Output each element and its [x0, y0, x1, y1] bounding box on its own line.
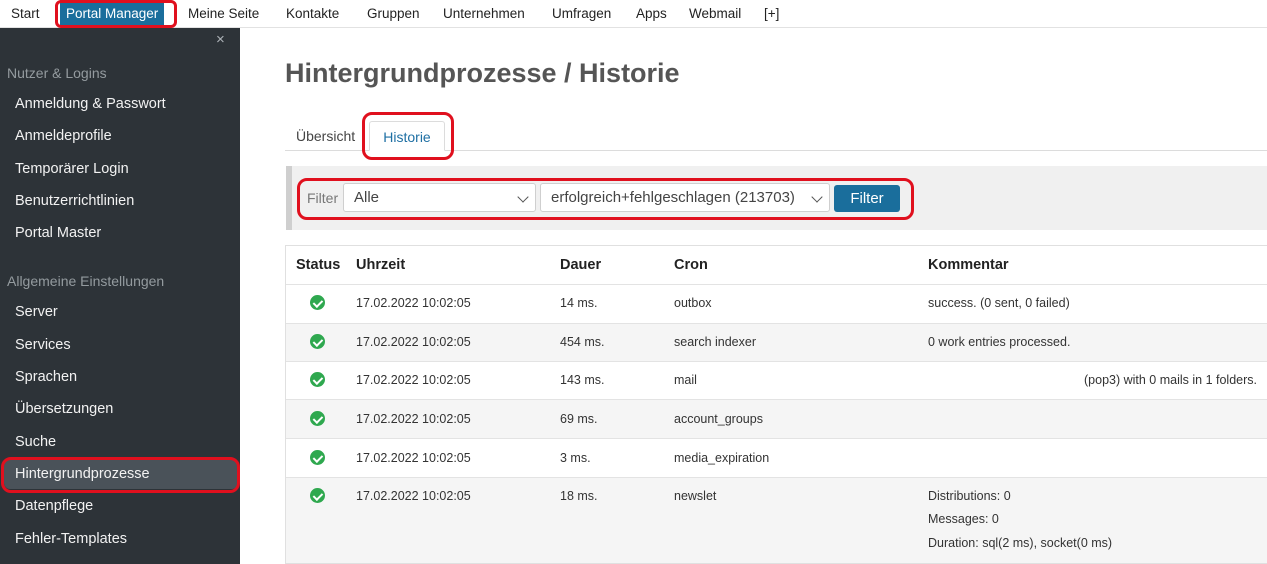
- sidebar-item-temporaerer-login[interactable]: Temporärer Login: [15, 161, 129, 177]
- nav-unternehmen[interactable]: Unternehmen: [443, 0, 525, 27]
- success-check-icon: [310, 372, 325, 387]
- cell-cron: newslet: [674, 489, 717, 503]
- sidebar-item-benutzerrichtlinien[interactable]: Benutzerrichtlinien: [15, 193, 134, 209]
- chevron-down-icon: [811, 191, 823, 203]
- success-check-icon: [310, 450, 325, 465]
- col-header-kommentar[interactable]: Kommentar: [928, 257, 1009, 273]
- filter-button[interactable]: Filter: [834, 185, 900, 212]
- cell-duration: 69 ms.: [560, 412, 598, 426]
- filter-label: Filter: [307, 190, 339, 206]
- cell-cron: mail: [674, 373, 697, 387]
- nav-meine-seite[interactable]: Meine Seite: [188, 0, 259, 27]
- tab-historie[interactable]: Historie: [369, 121, 445, 151]
- cell-cron: account_groups: [674, 412, 763, 426]
- sidebar-item-hintergrundprozesse[interactable]: Hintergrundprozesse: [4, 459, 238, 489]
- cell-time: 17.02.2022 10:02:05: [356, 335, 471, 349]
- cell-comment-line: Duration: sql(2 ms), socket(0 ms): [928, 536, 1113, 550]
- col-header-status[interactable]: Status: [296, 257, 340, 273]
- cell-cron: outbox: [674, 296, 712, 310]
- cell-duration: 454 ms.: [560, 335, 605, 349]
- cell-time: 17.02.2022 10:02:05: [356, 412, 471, 426]
- success-check-icon: [310, 488, 325, 503]
- nav-start[interactable]: Start: [11, 0, 40, 27]
- top-navigation: Start Portal Manager Meine Seite Kontakt…: [0, 0, 1267, 28]
- page-title: Hintergrundprozesse / Historie: [285, 58, 680, 88]
- col-header-dauer[interactable]: Dauer: [560, 257, 601, 273]
- sidebar-item-services[interactable]: Services: [15, 337, 71, 353]
- cell-comment: 0 work entries processed.: [928, 335, 1071, 349]
- success-check-icon: [310, 334, 325, 349]
- sidebar: × Nutzer & Logins Anmeldung & Passwort A…: [0, 28, 240, 564]
- cell-time: 17.02.2022 10:02:05: [356, 373, 471, 387]
- sidebar-item-sprachen[interactable]: Sprachen: [15, 369, 77, 385]
- cell-comment: success. (0 sent, 0 failed): [928, 296, 1070, 310]
- cell-duration: 143 ms.: [560, 373, 605, 387]
- nav-webmail[interactable]: Webmail: [689, 0, 741, 27]
- tab-uebersicht[interactable]: Übersicht: [296, 121, 355, 151]
- cell-comment: (pop3) with 0 mails in 1 folders.: [1084, 373, 1257, 387]
- sidebar-section-users: Nutzer & Logins: [7, 65, 107, 81]
- success-check-icon: [310, 295, 325, 310]
- sidebar-section-general: Allgemeine Einstellungen: [7, 273, 165, 289]
- cell-time: 17.02.2022 10:02:05: [356, 489, 471, 503]
- cell-cron: media_expiration: [674, 451, 770, 465]
- cell-comment-line: Messages: 0: [928, 512, 999, 526]
- sidebar-item-server[interactable]: Server: [15, 304, 58, 320]
- sidebar-item-anmeldung-passwort[interactable]: Anmeldung & Passwort: [15, 96, 166, 112]
- status-select-value: erfolgreich+fehlgeschlagen (213703): [551, 189, 795, 206]
- nav-gruppen[interactable]: Gruppen: [367, 0, 420, 27]
- cell-duration: 14 ms.: [560, 296, 598, 310]
- status-select[interactable]: erfolgreich+fehlgeschlagen (213703): [540, 183, 830, 212]
- type-select-value: Alle: [354, 189, 380, 206]
- cell-cron: search indexer: [674, 335, 756, 349]
- nav-add[interactable]: [+]: [764, 0, 779, 27]
- chevron-down-icon: [517, 191, 529, 203]
- type-select[interactable]: Alle: [343, 183, 536, 212]
- nav-umfragen[interactable]: Umfragen: [552, 0, 611, 27]
- sidebar-item-suche[interactable]: Suche: [15, 434, 56, 450]
- nav-apps[interactable]: Apps: [636, 0, 667, 27]
- close-icon[interactable]: ×: [216, 31, 225, 49]
- nav-kontakte[interactable]: Kontakte: [286, 0, 339, 27]
- col-header-uhrzeit[interactable]: Uhrzeit: [356, 257, 405, 273]
- cell-time: 17.02.2022 10:02:05: [356, 296, 471, 310]
- cell-duration: 18 ms.: [560, 489, 598, 503]
- sidebar-item-uebersetzungen[interactable]: Übersetzungen: [15, 401, 113, 417]
- success-check-icon: [310, 411, 325, 426]
- sidebar-item-anmeldeprofile[interactable]: Anmeldeprofile: [15, 128, 112, 144]
- cell-comment-line: Distributions: 0: [928, 489, 1011, 503]
- cell-time: 17.02.2022 10:02:05: [356, 451, 471, 465]
- col-header-cron[interactable]: Cron: [674, 257, 708, 273]
- sidebar-item-fehler-templates[interactable]: Fehler-Templates: [15, 531, 127, 547]
- sidebar-item-datenpflege[interactable]: Datenpflege: [15, 498, 93, 514]
- sidebar-item-portal-master[interactable]: Portal Master: [15, 225, 101, 241]
- cell-duration: 3 ms.: [560, 451, 591, 465]
- nav-portal-manager[interactable]: Portal Manager: [60, 0, 165, 27]
